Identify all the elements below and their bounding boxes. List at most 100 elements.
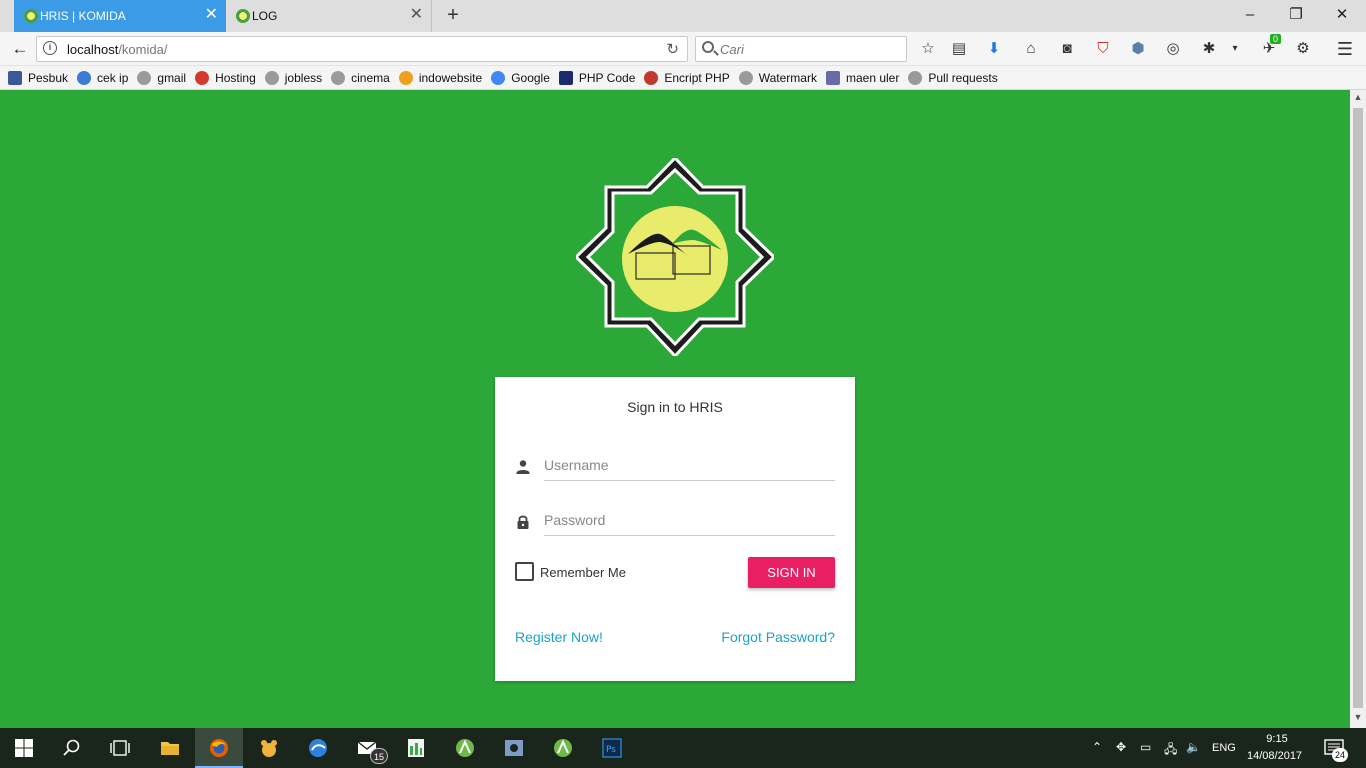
android-studio-button[interactable] (441, 728, 489, 768)
app-button[interactable] (294, 728, 342, 768)
windows-taskbar: Ps (0, 728, 1366, 768)
bookmark-label: Pesbuk (28, 70, 69, 85)
tab-log[interactable]: LOG ✕ (226, 0, 432, 32)
volume-icon[interactable]: 🔈 (1186, 740, 1201, 754)
svg-text:Ps: Ps (606, 745, 616, 755)
bookmark-item[interactable]: Pull requests (908, 70, 998, 85)
bookmark-item[interactable]: gmail (137, 70, 186, 85)
login-card: Sign in to HRIS Remember Me SIGN IN Regi… (495, 377, 855, 681)
scroll-thumb[interactable] (1353, 108, 1363, 708)
dropbox-icon[interactable]: ✥ (1116, 740, 1126, 754)
info-icon[interactable]: i (43, 41, 57, 55)
app-button[interactable] (392, 728, 440, 768)
bookmark-item[interactable]: Encript PHP (644, 70, 730, 85)
minimize-icon[interactable]: – (1238, 4, 1262, 26)
remember-me-checkbox[interactable] (515, 562, 534, 581)
search-bar[interactable] (695, 36, 907, 62)
password-input[interactable] (544, 504, 835, 536)
hosting-icon (195, 70, 210, 85)
dropdown-arrow-icon[interactable]: ▾ (1224, 38, 1246, 60)
paw-app-icon (261, 740, 277, 757)
restore-icon[interactable]: ❐ (1284, 4, 1308, 26)
bookmark-item[interactable]: Pesbuk (8, 70, 69, 85)
search-taskbar-button[interactable] (48, 728, 96, 768)
close-window-icon[interactable]: ✕ (1330, 4, 1354, 26)
close-tab-icon[interactable]: ✕ (205, 7, 218, 23)
browser-app-icon (309, 739, 327, 757)
new-tab-icon[interactable]: + (442, 4, 464, 26)
clock-date[interactable]: 14/08/2017 (1247, 750, 1302, 762)
firefox-button[interactable] (195, 728, 243, 768)
globe-icon (264, 70, 279, 85)
spreadsheet-icon (408, 739, 424, 757)
bookmark-label: Hosting (215, 70, 256, 85)
network-icon[interactable]: 🖧 (1164, 740, 1177, 761)
register-link[interactable]: Register Now! (515, 629, 603, 645)
close-tab-icon[interactable]: ✕ (410, 7, 423, 23)
tab-hris-komida[interactable]: HRIS | KOMIDA ✕ (14, 0, 226, 32)
url-text: localhost/komida/ (67, 42, 167, 57)
android-icon (554, 739, 572, 757)
task-view-button[interactable] (96, 728, 144, 768)
bookmark-item[interactable]: Watermark (738, 70, 817, 85)
clock-time[interactable]: 9:15 (1262, 733, 1292, 745)
android-studio-button[interactable] (539, 728, 587, 768)
bookmark-label: indowebsite (418, 70, 483, 85)
username-input[interactable] (544, 449, 835, 481)
language-indicator[interactable]: ENG (1212, 742, 1236, 754)
mail-count-badge: 15 (370, 748, 388, 764)
extension-ring-icon[interactable]: ◎ (1162, 38, 1184, 60)
bookmark-label: PHP Code (578, 70, 636, 85)
bookmark-item[interactable]: maen uler (825, 70, 899, 85)
reader-list-icon[interactable]: ▤ (948, 38, 970, 60)
bookmark-label: cek ip (97, 70, 129, 85)
vertical-scrollbar[interactable]: ▲ ▼ (1350, 90, 1366, 728)
home-icon[interactable]: ⌂ (1020, 38, 1042, 60)
bookmark-label: Pull requests (928, 70, 998, 85)
show-hidden-icons-icon[interactable]: ⌃ (1092, 740, 1102, 754)
komida-logo (576, 158, 774, 356)
firefox-icon (210, 739, 228, 757)
google-icon (491, 70, 506, 85)
bookmark-star-icon[interactable]: ☆ (917, 38, 939, 60)
search-input[interactable] (720, 37, 900, 61)
bookmark-item[interactable]: cek ip (77, 70, 129, 85)
reload-icon[interactable]: ↻ (666, 40, 679, 58)
forgot-password-link[interactable]: Forgot Password? (721, 629, 835, 645)
snake-icon (825, 70, 840, 85)
remember-me-label[interactable]: Remember Me (540, 565, 626, 580)
task-view-icon (110, 740, 130, 756)
sign-in-button[interactable]: SIGN IN (748, 557, 835, 588)
scroll-down-icon[interactable]: ▼ (1350, 712, 1366, 726)
photoshop-button[interactable]: Ps (588, 728, 636, 768)
pocket-icon[interactable]: ◙ (1056, 38, 1078, 60)
shield-icon[interactable]: ⛉ (1092, 38, 1114, 60)
android-icon (456, 739, 474, 757)
url-host: localhost (67, 42, 119, 57)
app-button[interactable] (490, 728, 538, 768)
url-bar[interactable]: i localhost/komida/ ↻ (36, 36, 688, 62)
bookmark-item[interactable]: cinema (331, 70, 390, 85)
back-arrow-icon[interactable]: ← (8, 37, 32, 61)
battery-icon[interactable]: ▭ (1140, 740, 1151, 754)
addon-badge: 0 (1270, 34, 1282, 44)
extension-hex-icon[interactable]: ⬢ (1127, 38, 1149, 60)
start-button[interactable] (0, 728, 48, 768)
bookmark-item[interactable]: indowebsite (398, 70, 483, 85)
tab-label: HRIS | KOMIDA (40, 9, 126, 23)
hamburger-menu-icon[interactable]: ☰ (1334, 38, 1356, 60)
extension-puzzle-icon[interactable]: ⚙ (1292, 38, 1314, 60)
bookmark-item[interactable]: PHP Code (558, 70, 636, 85)
bookmark-item[interactable]: jobless (264, 70, 322, 85)
bug-icon[interactable]: ✱ (1198, 38, 1220, 60)
indowebsite-icon (398, 70, 413, 85)
photoshop-icon: Ps (602, 738, 622, 758)
bookmark-item[interactable]: Google (491, 70, 550, 85)
download-icon[interactable]: ⬇ (983, 38, 1005, 60)
bookmark-item[interactable]: Hosting (195, 70, 256, 85)
file-explorer-button[interactable] (146, 728, 194, 768)
search-icon (63, 739, 80, 756)
php-icon (558, 70, 573, 85)
app-button[interactable] (245, 728, 293, 768)
scroll-up-icon[interactable]: ▲ (1350, 92, 1366, 106)
